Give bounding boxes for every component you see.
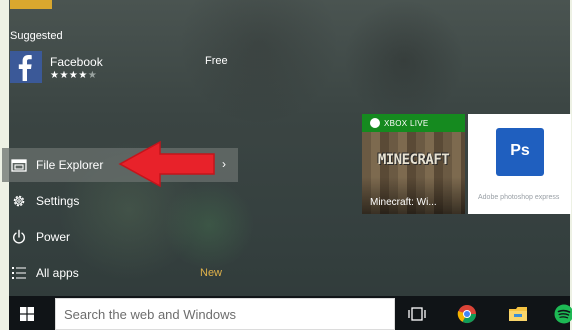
xbox-live-banner: XBOX LIVE	[362, 114, 465, 132]
windows-start-icon[interactable]	[20, 307, 34, 321]
suggested-label: Suggested	[10, 30, 63, 42]
file-explorer-icon[interactable]	[508, 304, 528, 324]
spotify-icon[interactable]	[554, 304, 572, 324]
file-explorer-icon	[11, 159, 27, 172]
minecraft-logo: MINECRAFT	[377, 152, 450, 168]
search-input[interactable]	[56, 299, 394, 329]
menu-item-label: File Explorer	[36, 158, 104, 172]
photoshop-express-tile[interactable]: Ps Adobe photoshop express	[468, 114, 571, 214]
facebook-icon[interactable]	[10, 51, 42, 83]
taskbar	[9, 296, 572, 330]
search-box[interactable]	[55, 298, 395, 330]
new-badge: New	[200, 267, 223, 279]
menu-item-power[interactable]: Power	[2, 220, 238, 254]
tile-label: Minecraft: Wi...	[370, 197, 437, 208]
accent-bar	[10, 0, 52, 9]
gear-icon	[13, 195, 25, 207]
rating-stars: ★★★★★	[50, 70, 98, 81]
power-icon	[13, 229, 25, 244]
xbox-live-label: XBOX LIVE	[384, 119, 429, 128]
minecraft-tile[interactable]: XBOX LIVE MINECRAFT Minecraft: Wi...	[362, 114, 465, 214]
tile-label: Adobe photoshop express	[478, 194, 560, 201]
xbox-icon	[370, 118, 380, 128]
menu-item-settings[interactable]: Settings	[2, 184, 238, 218]
all-apps-icon	[12, 267, 26, 279]
suggested-app-name[interactable]: Facebook	[50, 55, 103, 69]
red-arrow-annotation	[118, 140, 215, 188]
menu-item-label: Power	[36, 230, 71, 244]
task-view-icon[interactable]	[407, 304, 427, 324]
chevron-right-icon[interactable]: ›	[222, 157, 226, 171]
menu-item-label: All apps	[36, 266, 79, 280]
photoshop-icon: Ps	[496, 128, 544, 176]
chrome-icon[interactable]	[457, 304, 477, 324]
suggested-app-price: Free	[205, 55, 228, 67]
menu-item-label: Settings	[36, 194, 80, 208]
